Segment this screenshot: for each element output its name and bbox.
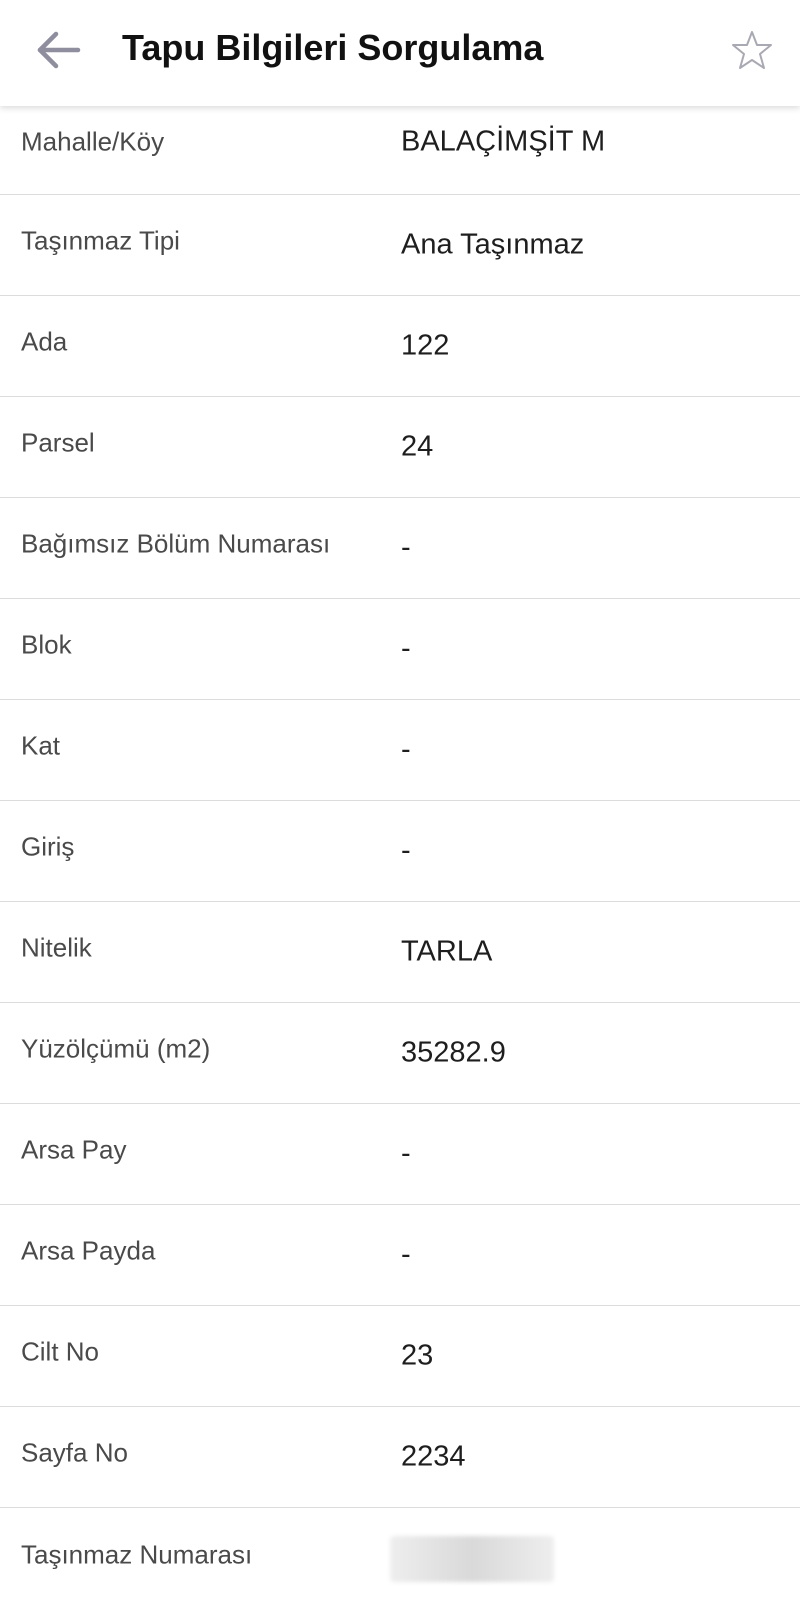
row-value: BALAÇİMŞİT M <box>401 125 606 158</box>
property-info-list: Mahalle/Köy BALAÇİMŞİT M Taşınmaz Tipi A… <box>0 94 800 1609</box>
star-outline-icon <box>732 31 772 69</box>
row-label: Bağımsız Bölüm Numarası <box>21 528 331 559</box>
row-value: 122 <box>401 329 450 362</box>
row-value: - <box>401 1137 411 1170</box>
row-value: - <box>401 531 411 564</box>
row-value: Ana Taşınmaz <box>401 228 585 261</box>
row-label: Yüzölçümü (m2) <box>21 1033 211 1064</box>
row-ada: Ada 122 <box>0 296 800 397</box>
row-label: Mahalle/Köy <box>21 126 165 157</box>
row-mahalle-koy: Mahalle/Köy BALAÇİMŞİT M <box>0 94 800 195</box>
row-value: - <box>401 632 411 665</box>
favorite-button[interactable] <box>726 24 778 76</box>
row-value: 23 <box>401 1339 434 1372</box>
row-sayfa-no: Sayfa No 2234 <box>0 1407 800 1508</box>
row-giris: Giriş - <box>0 801 800 902</box>
row-label: Blok <box>21 629 72 660</box>
row-yuzolcumu: Yüzölçümü (m2) 35282.9 <box>0 1003 800 1104</box>
row-label: Giriş <box>21 831 75 862</box>
row-value: - <box>401 733 411 766</box>
row-label: Arsa Pay <box>21 1134 127 1165</box>
row-label: Taşınmaz Tipi <box>21 225 180 256</box>
row-tasinmaz-numarasi: Taşınmaz Numarası <box>0 1508 800 1609</box>
row-arsa-pay: Arsa Pay - <box>0 1104 800 1205</box>
row-bagimsiz-bolum-numarasi: Bağımsız Bölüm Numarası - <box>0 498 800 599</box>
redacted-value <box>390 1535 554 1582</box>
row-label: Cilt No <box>21 1336 100 1367</box>
row-label: Kat <box>21 730 61 761</box>
row-value: - <box>401 1238 411 1271</box>
row-label: Sayfa No <box>21 1437 128 1468</box>
arrow-left-icon <box>37 31 81 69</box>
row-label: Taşınmaz Numarası <box>21 1539 253 1569</box>
row-nitelik: Nitelik TARLA <box>0 902 800 1003</box>
row-value: TARLA <box>401 935 493 968</box>
row-label: Parsel <box>21 427 95 458</box>
row-value: - <box>401 834 411 867</box>
page-title: Tapu Bilgileri Sorgulama <box>122 27 544 68</box>
row-value: 24 <box>401 430 434 463</box>
row-cilt-no: Cilt No 23 <box>0 1306 800 1407</box>
row-label: Nitelik <box>21 932 92 963</box>
back-button[interactable] <box>28 22 88 78</box>
row-tasinmaz-tipi: Taşınmaz Tipi Ana Taşınmaz <box>0 195 800 296</box>
row-arsa-payda: Arsa Payda - <box>0 1205 800 1306</box>
row-label: Arsa Payda <box>21 1235 156 1266</box>
row-kat: Kat - <box>0 700 800 801</box>
row-label: Ada <box>21 326 68 357</box>
app-header: Tapu Bilgileri Sorgulama <box>0 0 800 106</box>
row-parsel: Parsel 24 <box>0 397 800 498</box>
row-blok: Blok - <box>0 599 800 700</box>
row-value: 35282.9 <box>401 1036 506 1069</box>
row-value: 2234 <box>401 1440 466 1473</box>
